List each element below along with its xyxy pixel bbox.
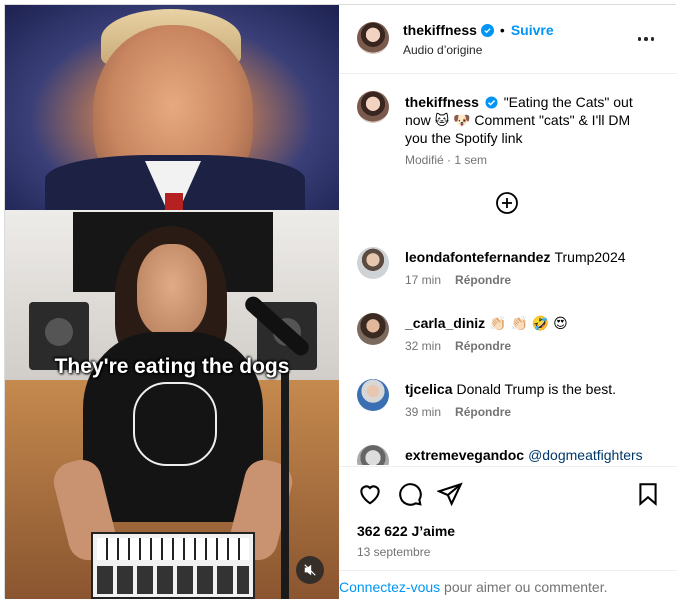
post-actions: 362 622 J’aime 13 septembre <box>339 466 677 570</box>
reply-button[interactable]: Répondre <box>455 273 511 287</box>
verified-badge-icon <box>485 96 498 109</box>
caption-username[interactable]: thekiffness <box>405 94 479 110</box>
comment-text: Trump2024 <box>554 249 626 265</box>
comments-list[interactable]: leondafontefernandez Trump2024 17 min Répo… <box>339 235 677 465</box>
reply-button[interactable]: Répondre <box>455 405 511 419</box>
follow-button[interactable]: Suivre <box>511 22 554 38</box>
comment-time: 17 min <box>405 273 442 287</box>
header-username[interactable]: thekiffness <box>403 22 477 38</box>
mute-icon <box>304 564 316 576</box>
avatar[interactable] <box>357 379 389 411</box>
reply-button[interactable]: Répondre <box>455 339 511 353</box>
avatar[interactable] <box>357 445 389 465</box>
video-caption-overlay: They're eating the dogs <box>54 355 290 378</box>
comment-text: 👏🏻 👏🏻 🤣 😍 <box>489 315 568 331</box>
comment-username[interactable]: tjcelica <box>405 381 452 397</box>
list-item: leondafontefernandez Trump2024 17 min Répo… <box>339 247 677 307</box>
heart-icon[interactable] <box>357 481 383 507</box>
comment-time: 39 min <box>405 405 442 419</box>
separator-dot: • <box>499 22 505 38</box>
comment-mention[interactable]: @dogmeatfighters <box>528 447 643 463</box>
audio-link[interactable]: Audio d’origine <box>403 43 482 57</box>
comment-time: 32 min <box>405 339 442 353</box>
list-item: extremevegandoc @dogmeatfighters <box>339 445 677 465</box>
login-prompt: Connectez-vous pour aimer ou commenter. <box>339 570 677 599</box>
video-frame-bottom <box>5 210 339 599</box>
video-player[interactable]: They're eating the dogs <box>5 5 339 599</box>
post-date: 13 septembre <box>357 545 431 559</box>
likes-count[interactable]: 362 622 J’aime <box>357 523 455 539</box>
comment-username[interactable]: _carla_diniz <box>405 315 485 331</box>
post-side-panel: thekiffness • Suivre Audio d’origine the… <box>339 5 677 599</box>
more-options-icon[interactable] <box>635 29 657 49</box>
mute-button[interactable] <box>296 556 324 584</box>
comment-icon[interactable] <box>397 481 423 507</box>
login-prompt-text: pour aimer ou commenter. <box>440 579 608 595</box>
post-header: thekiffness • Suivre Audio d’origine <box>339 5 677 74</box>
caption-meta: Modifié · 1 sem <box>405 153 488 167</box>
comment-text: Donald Trump is the best. <box>456 381 617 397</box>
post-dialog: They're eating the dogs thekiffness • Su… <box>4 4 677 599</box>
comment-username[interactable]: leondafontefernandez <box>405 249 550 265</box>
avatar[interactable] <box>357 91 389 123</box>
comment-username[interactable]: extremevegandoc <box>405 447 524 463</box>
avatar[interactable] <box>357 313 389 345</box>
bookmark-icon[interactable] <box>635 481 661 507</box>
avatar[interactable] <box>357 22 389 54</box>
login-link[interactable]: Connectez-vous <box>339 579 440 595</box>
list-item: tjcelica Donald Trump is the best. 39 min… <box>339 379 677 439</box>
verified-badge-icon <box>480 23 494 37</box>
list-item: _carla_diniz 👏🏻 👏🏻 🤣 😍 32 min Répondre <box>339 313 677 373</box>
share-icon[interactable] <box>437 481 463 507</box>
avatar[interactable] <box>357 247 389 279</box>
plus-circle-icon[interactable] <box>495 191 519 215</box>
video-frame-top <box>5 5 339 215</box>
